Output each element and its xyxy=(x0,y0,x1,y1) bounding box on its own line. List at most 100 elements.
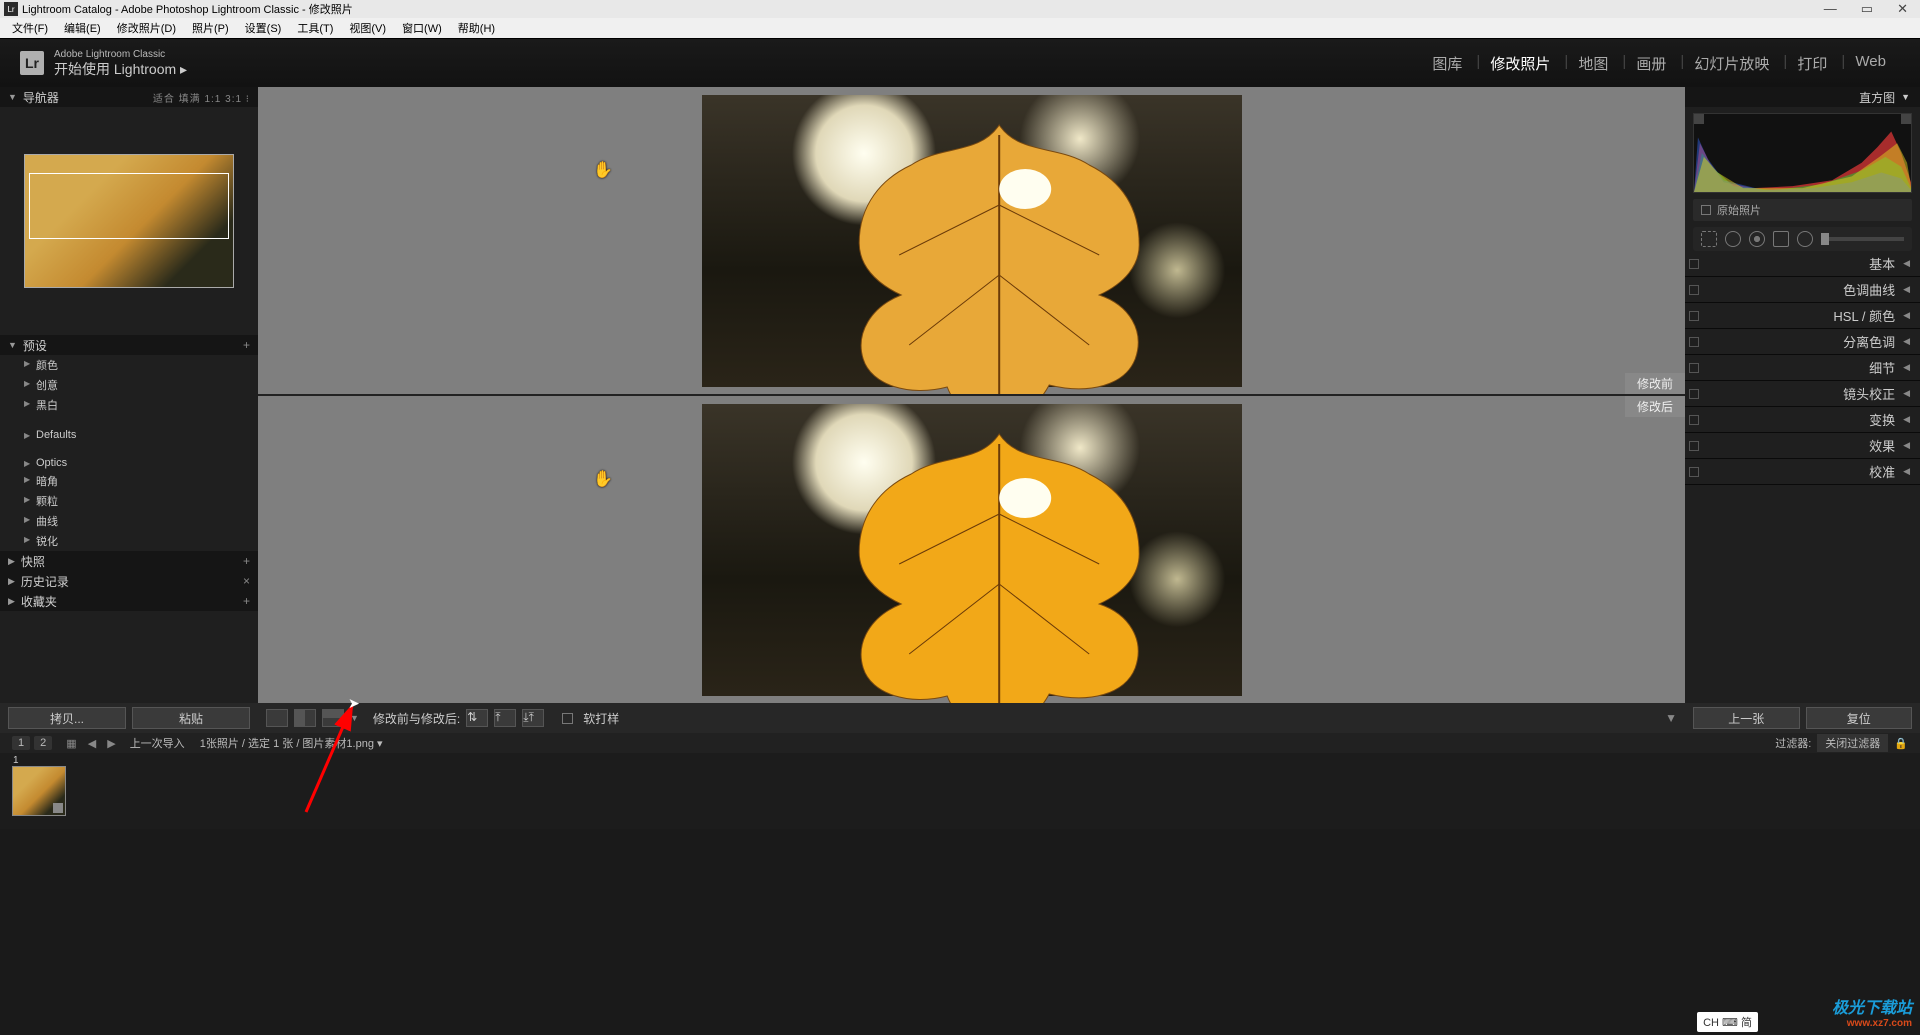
screen-chip-2[interactable]: 2 xyxy=(34,736,52,750)
navigator-zoom-options[interactable]: 适合 填满 1:1 3:1 ⁝ xyxy=(153,90,250,105)
preset-group-bw[interactable]: 黑白 xyxy=(0,395,258,415)
preset-group-color[interactable]: 颜色 xyxy=(0,355,258,375)
add-snapshot-icon[interactable]: + xyxy=(243,554,250,568)
panel-calibration[interactable]: 校准◀ xyxy=(1685,459,1920,485)
redeye-tool-icon[interactable] xyxy=(1749,231,1765,247)
highlight-clip-indicator[interactable] xyxy=(1901,114,1911,124)
swap-ba-icon[interactable]: ⇅ xyxy=(466,709,488,727)
panel-split-toning[interactable]: 分离色调◀ xyxy=(1685,329,1920,355)
preset-group-curves[interactable]: 曲线 xyxy=(0,511,258,531)
histogram[interactable] xyxy=(1693,113,1912,193)
collections-title: 收藏夹 xyxy=(21,593,57,610)
histogram-header[interactable]: 直方图 ▼ xyxy=(1685,87,1920,107)
brush-size-slider[interactable] xyxy=(1821,237,1904,241)
chevron-right-icon: ▶ xyxy=(8,556,15,567)
panel-effects[interactable]: 效果◀ xyxy=(1685,433,1920,459)
radial-filter-icon[interactable] xyxy=(1797,231,1813,247)
menu-help[interactable]: 帮助(H) xyxy=(450,18,503,38)
menu-view[interactable]: 视图(V) xyxy=(341,18,394,38)
chevron-left-icon: ◀ xyxy=(1903,362,1910,373)
screen-chip-1[interactable]: 1 xyxy=(12,736,30,750)
filter-dropdown[interactable]: 关闭过滤器 xyxy=(1817,734,1888,752)
module-slideshow[interactable]: 幻灯片放映 xyxy=(1680,53,1783,74)
navigator-preview[interactable] xyxy=(0,107,258,335)
preset-group-vignette[interactable]: 暗角 xyxy=(0,471,258,491)
panel-tone-curve[interactable]: 色调曲线◀ xyxy=(1685,277,1920,303)
panel-detail[interactable]: 细节◀ xyxy=(1685,355,1920,381)
menu-tools[interactable]: 工具(T) xyxy=(289,18,341,38)
chevron-down-icon[interactable]: ▼ xyxy=(350,713,359,723)
module-library[interactable]: 图库 xyxy=(1418,53,1476,74)
left-panel: ▼ 导航器 适合 填满 1:1 3:1 ⁝ ▼ 预设 + 颜色 创意 黑白 De… xyxy=(0,87,258,703)
paste-settings-button[interactable]: 粘贴 xyxy=(132,707,250,729)
menu-settings[interactable]: 设置(S) xyxy=(237,18,290,38)
menu-edit[interactable]: 编辑(E) xyxy=(56,18,109,38)
snapshots-header[interactable]: ▶ 快照 + xyxy=(0,551,258,571)
close-button[interactable]: ✕ xyxy=(1897,1,1908,17)
panel-lens-corrections[interactable]: 镜头校正◀ xyxy=(1685,381,1920,407)
after-image[interactable]: ✋ 修改后 xyxy=(258,394,1685,703)
preset-group-defaults[interactable]: Defaults xyxy=(0,427,258,443)
graduated-filter-icon[interactable] xyxy=(1773,231,1789,247)
source-context[interactable]: 上一次导入 xyxy=(130,735,185,751)
softproof-checkbox[interactable] xyxy=(562,713,573,724)
preset-group-creative[interactable]: 创意 xyxy=(0,375,258,395)
add-collection-icon[interactable]: + xyxy=(243,594,250,608)
previous-button[interactable]: 上一张 xyxy=(1693,707,1800,729)
before-after-tb-icon[interactable] xyxy=(322,709,344,727)
loupe-view-icon[interactable] xyxy=(266,709,288,727)
preset-group-optics[interactable]: Optics xyxy=(0,455,258,471)
chevron-down-icon[interactable]: ▼ xyxy=(1665,711,1677,725)
preset-group-sharpen[interactable]: 锐化 xyxy=(0,531,258,551)
menu-develop[interactable]: 修改照片(D) xyxy=(109,18,184,38)
navigator-header[interactable]: ▼ 导航器 适合 填满 1:1 3:1 ⁝ xyxy=(0,87,258,107)
chevron-left-icon: ◀ xyxy=(1903,258,1910,269)
preset-group-grain[interactable]: 颗粒 xyxy=(0,491,258,511)
filmstrip[interactable]: 1 xyxy=(0,753,1920,829)
hand-cursor-icon: ✋ xyxy=(593,469,613,489)
histogram-title: 直方图 xyxy=(1859,89,1895,106)
module-book[interactable]: 画册 xyxy=(1622,53,1680,74)
collections-header[interactable]: ▶ 收藏夹 + xyxy=(0,591,258,611)
navigator-title: 导航器 xyxy=(23,89,59,106)
navigator-thumb[interactable] xyxy=(24,154,234,288)
before-after-lr-icon[interactable] xyxy=(294,709,316,727)
crop-tool-icon[interactable] xyxy=(1701,231,1717,247)
module-develop[interactable]: 修改照片 xyxy=(1476,53,1564,74)
checkbox-icon[interactable] xyxy=(1701,205,1711,215)
original-photo-toggle[interactable]: 原始照片 xyxy=(1693,199,1912,221)
presets-header[interactable]: ▼ 预设 + xyxy=(0,335,258,355)
chevron-right-icon: ▶ xyxy=(8,596,15,607)
lock-filter-icon[interactable]: 🔒 xyxy=(1894,737,1908,750)
before-image[interactable]: ✋ 修改前 xyxy=(258,87,1685,394)
copy-settings-button[interactable]: 拷贝... xyxy=(8,707,126,729)
module-map[interactable]: 地图 xyxy=(1564,53,1622,74)
shadow-clip-indicator[interactable] xyxy=(1694,114,1704,124)
filmstrip-thumb[interactable]: 1 xyxy=(12,766,66,816)
selection-count[interactable]: 1张照片 / 选定 1 张 / 图片素材1.png ▾ xyxy=(200,735,383,751)
copy-before-icon[interactable]: ⤒ xyxy=(494,709,516,727)
add-preset-icon[interactable]: + xyxy=(243,338,250,352)
chevron-left-icon: ◀ xyxy=(1903,388,1910,399)
maximize-button[interactable]: ▭ xyxy=(1861,1,1873,17)
presets-title: 预设 xyxy=(23,337,47,354)
watermark: 极光下载站 www.xz7.com xyxy=(1832,994,1912,1029)
menu-window[interactable]: 窗口(W) xyxy=(394,18,450,38)
history-header[interactable]: ▶ 历史记录 × xyxy=(0,571,258,591)
chevron-left-icon: ◀ xyxy=(1903,414,1910,425)
panel-basic[interactable]: 基本◀ xyxy=(1685,251,1920,277)
watermark-url: www.xz7.com xyxy=(1832,1018,1912,1029)
copy-after-icon[interactable]: ⤓⤒ xyxy=(522,709,544,727)
panel-hsl[interactable]: HSL / 颜色◀ xyxy=(1685,303,1920,329)
grid-nav-icons[interactable]: ▦ ◀ ▶ xyxy=(66,737,119,750)
minimize-button[interactable]: — xyxy=(1824,1,1837,17)
menu-photo[interactable]: 照片(P) xyxy=(184,18,237,38)
spot-removal-icon[interactable] xyxy=(1725,231,1741,247)
module-print[interactable]: 打印 xyxy=(1783,53,1841,74)
header-title[interactable]: 开始使用 Lightroom ▸ xyxy=(54,61,187,78)
panel-transform[interactable]: 变换◀ xyxy=(1685,407,1920,433)
reset-button[interactable]: 复位 xyxy=(1806,707,1913,729)
module-web[interactable]: Web xyxy=(1841,53,1900,74)
clear-history-icon[interactable]: × xyxy=(243,574,250,588)
menu-file[interactable]: 文件(F) xyxy=(4,18,56,38)
